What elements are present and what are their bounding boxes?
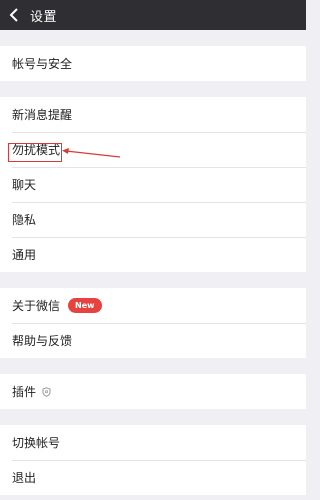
back-button[interactable] [0,0,28,30]
item-label: 隐私 [12,213,37,227]
settings-item-do-not-disturb[interactable]: 勿扰模式 [0,132,306,167]
settings-item-logout[interactable]: 退出 [0,460,306,495]
item-label: 插件 [12,385,37,399]
group-spacer [0,272,306,288]
group-plugins: 插件 [0,374,306,409]
item-label: 切换帐号 [12,436,61,450]
chevron-left-icon [9,8,18,22]
item-label: 退出 [12,471,37,485]
settings-item-switch-account[interactable]: 切换帐号 [0,425,306,460]
settings-item-plugins[interactable]: 插件 [0,374,306,409]
group-account: 帐号与安全 [0,46,306,81]
settings-item-chats[interactable]: 聊天 [0,167,306,202]
shield-icon [42,386,51,397]
group-general: 新消息提醒 勿扰模式 聊天 隐私 通用 [0,97,306,272]
item-label: 勿扰模式 [12,143,61,157]
group-spacer [0,358,306,374]
settings-list: 帐号与安全 新消息提醒 勿扰模式 聊天 隐私 通用 关于微信 New 帮助与反馈 [0,30,306,495]
group-account-actions: 切换帐号 退出 [0,425,306,495]
item-label: 帮助与反馈 [12,334,73,348]
item-label: 关于微信 [12,299,61,313]
page-title: 设置 [30,9,58,25]
group-spacer [0,30,306,46]
item-label: 新消息提醒 [12,108,73,122]
item-label: 聊天 [12,178,37,192]
group-spacer [0,409,306,425]
group-about: 关于微信 New 帮助与反馈 [0,288,306,358]
item-label: 通用 [12,248,37,262]
group-spacer [0,81,306,97]
settings-item-help-feedback[interactable]: 帮助与反馈 [0,323,306,358]
settings-item-notifications[interactable]: 新消息提醒 [0,97,306,132]
item-label: 帐号与安全 [12,57,73,71]
new-badge: New [68,298,102,313]
settings-item-account-security[interactable]: 帐号与安全 [0,46,306,81]
settings-item-about[interactable]: 关于微信 New [0,288,306,323]
settings-item-general[interactable]: 通用 [0,237,306,272]
settings-item-privacy[interactable]: 隐私 [0,202,306,237]
top-bar: 设置 [0,0,306,30]
